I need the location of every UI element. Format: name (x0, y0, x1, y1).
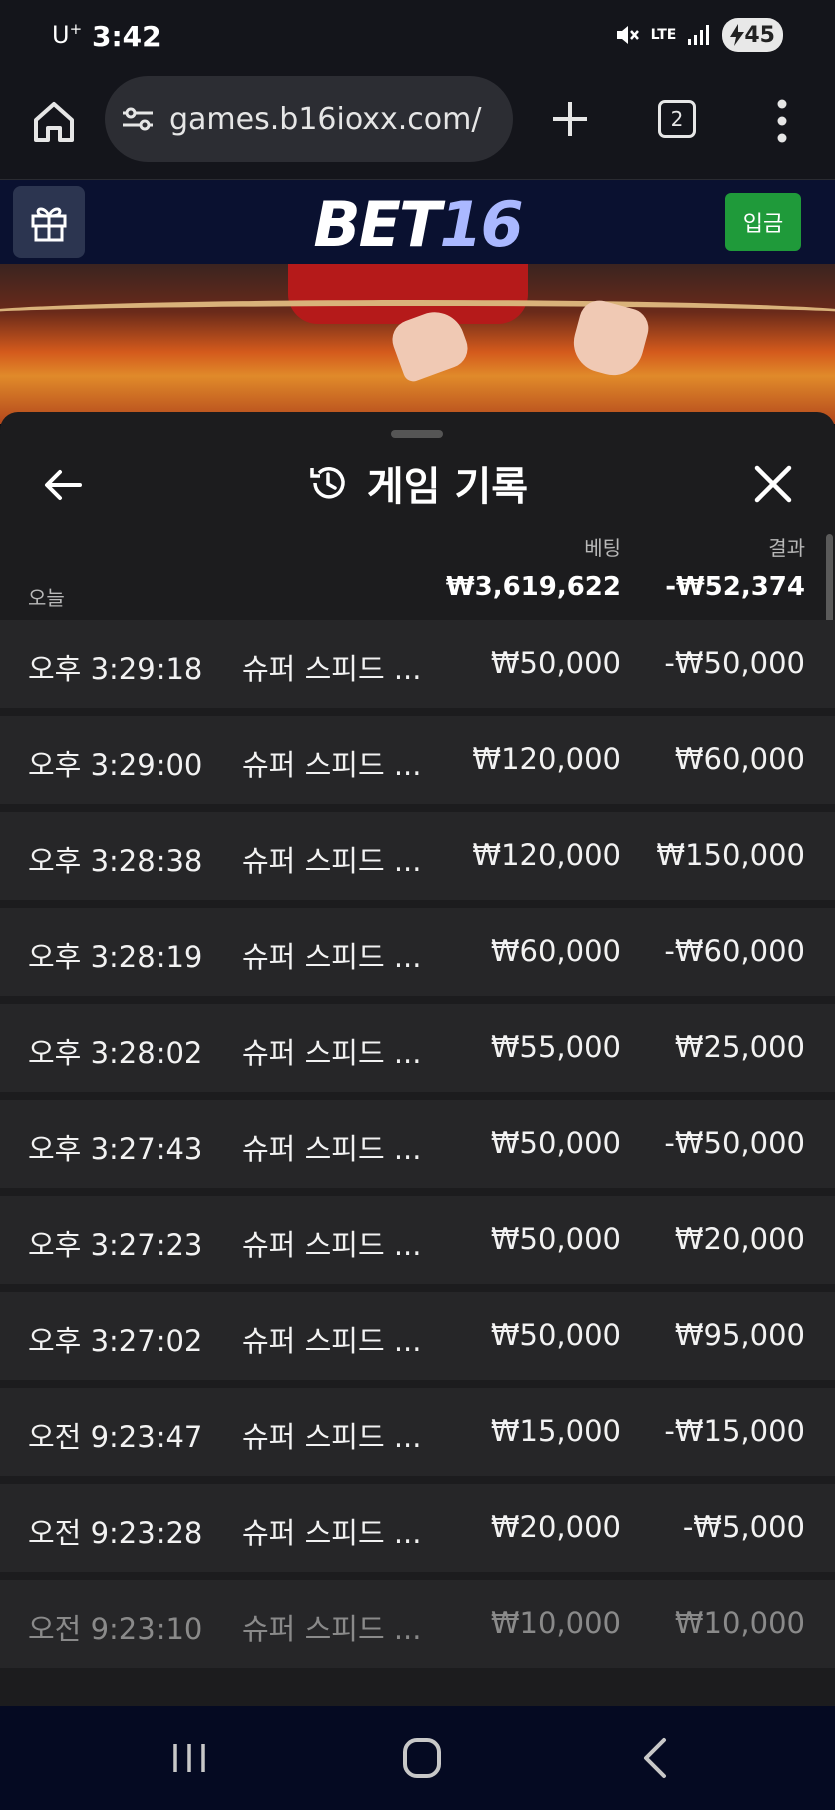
close-icon[interactable] (751, 462, 795, 506)
battery-indicator: 45 (722, 18, 783, 52)
row-game: 슈퍼 스피드 ... (242, 1516, 422, 1550)
system-nav-bar (0, 1706, 835, 1810)
mute-icon (616, 26, 639, 44)
history-row[interactable]: 오후 3:28:38 슈퍼 스피드 ... ₩120,000 ₩150,000 (0, 812, 835, 900)
more-vertical-icon[interactable] (770, 96, 794, 146)
summary-bet-total: ₩3,619,622 (445, 572, 621, 602)
nav-back-icon[interactable] (640, 1736, 670, 1780)
history-row[interactable]: 오전 9:23:10 슈퍼 스피드 ... ₩10,000 ₩10,000 (0, 1580, 835, 1668)
network-label: LTE (650, 27, 677, 43)
row-time: 오후 3:27:02 (28, 1324, 203, 1358)
row-game: 슈퍼 스피드 ... (242, 748, 422, 782)
logo-text-16: 16 (439, 188, 523, 261)
site-header: BET16 입금 (0, 180, 835, 264)
history-list: 오후 3:29:18 슈퍼 스피드 ... ₩50,000 -₩50,000 오후 3… (0, 620, 835, 1676)
site-logo[interactable]: BET16 (0, 188, 835, 261)
sheet-grabber[interactable] (391, 430, 443, 438)
history-row[interactable]: 오전 9:23:47 슈퍼 스피드 ... ₩15,000 -₩15,000 (0, 1388, 835, 1476)
history-row[interactable]: 오후 3:28:19 슈퍼 스피드 ... ₩60,000 -₩60,000 (0, 908, 835, 996)
status-time: 3:42 (92, 20, 162, 53)
charging-icon (730, 24, 745, 46)
row-result: -₩15,000 (664, 1414, 805, 1448)
row-time: 오전 9:23:28 (28, 1516, 203, 1550)
deposit-button[interactable]: 입금 (725, 193, 801, 251)
column-header-bet: 베팅 (584, 536, 621, 560)
row-bet: ₩50,000 (490, 1318, 621, 1352)
row-bet: ₩50,000 (490, 1126, 621, 1160)
history-row[interactable]: 오후 3:27:43 슈퍼 스피드 ... ₩50,000 -₩50,000 (0, 1100, 835, 1188)
row-result: -₩50,000 (664, 1126, 805, 1160)
row-time: 오후 3:27:43 (28, 1132, 203, 1166)
row-game: 슈퍼 스피드 ... (242, 1036, 422, 1070)
sheet-title-text: 게임 기록 (366, 464, 529, 510)
nav-home-button[interactable] (403, 1738, 441, 1778)
signal-icon (688, 25, 710, 45)
row-result: ₩150,000 (656, 838, 805, 872)
row-game: 슈퍼 스피드 ... (242, 1228, 422, 1262)
history-row[interactable]: 오후 3:27:02 슈퍼 스피드 ... ₩50,000 ₩95,000 (0, 1292, 835, 1380)
row-game: 슈퍼 스피드 ... (242, 652, 422, 686)
tune-icon[interactable] (121, 104, 155, 134)
column-header-result: 결과 (768, 536, 805, 560)
row-bet: ₩15,000 (490, 1414, 621, 1448)
row-bet: ₩50,000 (490, 1222, 621, 1256)
battery-level: 45 (744, 22, 775, 48)
row-time: 오전 9:23:10 (28, 1612, 203, 1646)
home-icon[interactable] (28, 96, 80, 148)
status-bar: U+ 3:42 LTE 45 (0, 0, 835, 72)
carrier-label: U+ (52, 20, 83, 49)
row-time: 오후 3:28:38 (28, 844, 203, 878)
tab-count: 2 (670, 107, 684, 131)
history-row[interactable]: 오후 3:29:18 슈퍼 스피드 ... ₩50,000 -₩50,000 (0, 620, 835, 708)
row-result: -₩50,000 (664, 646, 805, 680)
recent-apps-icon[interactable] (170, 1740, 208, 1776)
row-time: 오후 3:28:19 (28, 940, 203, 974)
history-icon (310, 467, 345, 499)
row-game: 슈퍼 스피드 ... (242, 1612, 422, 1646)
tab-switcher-button[interactable]: 2 (658, 100, 696, 138)
logo-text-bet: BET (313, 188, 441, 261)
row-result: ₩60,000 (674, 742, 805, 776)
row-game: 슈퍼 스피드 ... (242, 1420, 422, 1454)
browser-toolbar: games.b16ioxx.com/ 2 (0, 72, 835, 180)
row-bet: ₩20,000 (490, 1510, 621, 1544)
history-row[interactable]: 오후 3:27:23 슈퍼 스피드 ... ₩50,000 ₩20,000 (0, 1196, 835, 1284)
plus-icon[interactable] (547, 96, 593, 142)
history-row[interactable]: 오후 3:28:02 슈퍼 스피드 ... ₩55,000 ₩25,000 (0, 1004, 835, 1092)
sheet-title: 게임 기록 (0, 454, 835, 512)
history-row[interactable]: 오전 9:23:28 슈퍼 스피드 ... ₩20,000 -₩5,000 (0, 1484, 835, 1572)
row-time: 오후 3:29:00 (28, 748, 203, 782)
row-time: 오후 3:28:02 (28, 1036, 203, 1070)
row-game: 슈퍼 스피드 ... (242, 844, 422, 878)
row-result: -₩60,000 (664, 934, 805, 968)
row-time: 오후 3:29:18 (28, 652, 203, 686)
row-result: -₩5,000 (682, 1510, 805, 1544)
game-video (0, 264, 835, 424)
url-text[interactable]: games.b16ioxx.com/ (169, 102, 481, 137)
summary-label: 오늘 (28, 586, 65, 610)
row-time: 오후 3:27:23 (28, 1228, 203, 1262)
summary-result-total: -₩52,374 (665, 572, 805, 602)
row-result: ₩25,000 (674, 1030, 805, 1064)
row-game: 슈퍼 스피드 ... (242, 1324, 422, 1358)
game-history-sheet: 게임 기록 베팅 결과 오늘 ₩3,619,622 -₩52,374 오후 3:… (0, 412, 835, 1706)
row-bet: ₩55,000 (490, 1030, 621, 1064)
url-bar[interactable]: games.b16ioxx.com/ (105, 76, 513, 162)
row-time: 오전 9:23:47 (28, 1420, 203, 1454)
row-bet: ₩50,000 (490, 646, 621, 680)
row-game: 슈퍼 스피드 ... (242, 1132, 422, 1166)
row-bet: ₩120,000 (472, 838, 621, 872)
row-bet: ₩60,000 (490, 934, 621, 968)
status-icons: LTE 45 (613, 18, 783, 52)
row-bet: ₩10,000 (490, 1606, 621, 1640)
row-game: 슈퍼 스피드 ... (242, 940, 422, 974)
history-row[interactable]: 오후 3:29:00 슈퍼 스피드 ... ₩120,000 ₩60,000 (0, 716, 835, 804)
row-bet: ₩120,000 (472, 742, 621, 776)
row-result: ₩10,000 (674, 1606, 805, 1640)
row-result: ₩95,000 (674, 1318, 805, 1352)
row-result: ₩20,000 (674, 1222, 805, 1256)
